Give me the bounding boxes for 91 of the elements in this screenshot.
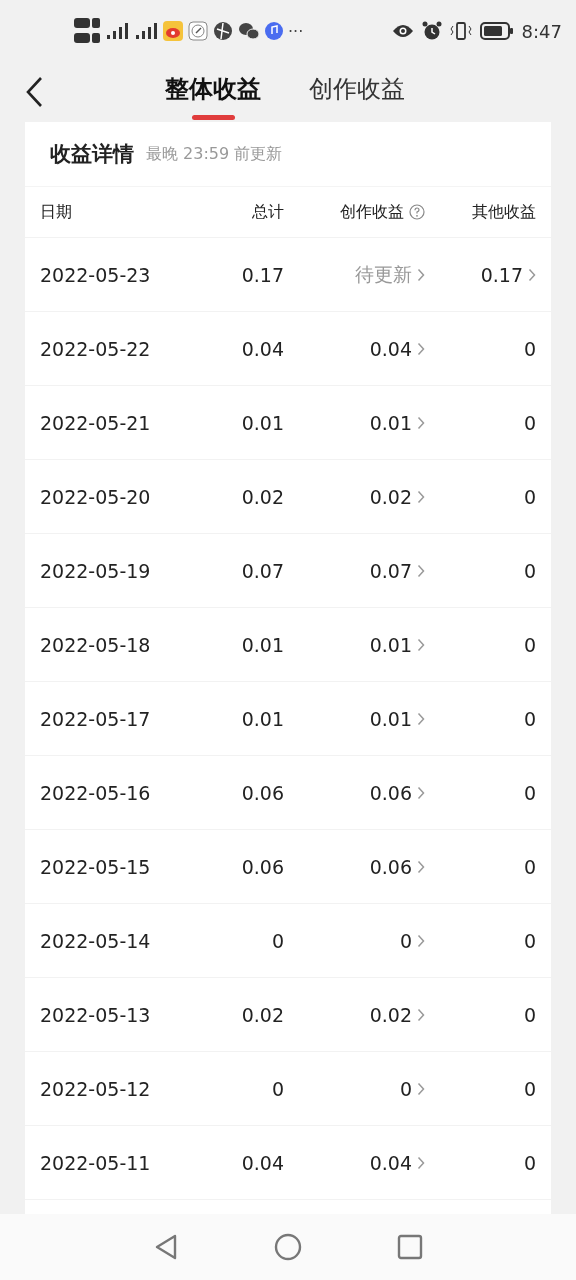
table-cell: 2022-05-18	[40, 633, 151, 656]
column-header: 总计	[252, 201, 284, 223]
chevron-icon[interactable]	[417, 859, 425, 874]
table-cell: 0.04	[241, 1151, 284, 1174]
table-cell: 0.01	[241, 411, 284, 434]
table-cell: 0	[523, 485, 536, 508]
tab[interactable]: 创作收益	[309, 73, 405, 117]
back-icon[interactable]	[25, 76, 43, 108]
table-cell: 0	[523, 707, 536, 730]
more-indicator: ···	[288, 21, 304, 41]
table-cell: 0	[523, 1077, 536, 1100]
music-icon	[265, 22, 283, 40]
chevron-icon[interactable]	[417, 1081, 425, 1096]
chevron-icon[interactable]	[417, 341, 425, 356]
help-icon[interactable]	[409, 204, 425, 220]
table-cell: 0	[523, 633, 536, 656]
battery-icon	[479, 22, 514, 40]
vibrate-icon	[449, 21, 472, 41]
table-cell: 0	[399, 929, 412, 952]
card-title: 收益详情	[50, 141, 134, 168]
table-cell: 0	[523, 1003, 536, 1026]
table-cell: 2022-05-11	[40, 1151, 151, 1174]
table-cell: 0	[523, 411, 536, 434]
table-cell: 2022-05-23	[40, 263, 151, 286]
table-cell: 0.07	[369, 559, 412, 582]
chevron-icon[interactable]	[417, 267, 425, 282]
table-cell: 0.06	[241, 855, 284, 878]
chevron-icon[interactable]	[417, 563, 425, 578]
chevron-icon[interactable]	[417, 1155, 425, 1170]
signal-icon	[105, 21, 129, 41]
table-cell: 0.06	[241, 781, 284, 804]
chevron-icon[interactable]	[417, 637, 425, 652]
table-cell: 0.07	[241, 559, 284, 582]
table-cell: 0.01	[241, 707, 284, 730]
column-header: 其他收益	[472, 201, 536, 223]
clock-time: 8:47	[521, 20, 562, 42]
home-icon[interactable]	[274, 1233, 302, 1261]
update-note: 最晚 23:59 前更新	[146, 143, 283, 165]
table-cell: 0	[523, 855, 536, 878]
table-cell: 2022-05-21	[40, 411, 151, 434]
alarm-icon	[421, 21, 442, 41]
table-cell: 0	[523, 1151, 536, 1174]
table-cell: 0.04	[369, 1151, 412, 1174]
table-cell: 0	[399, 1077, 412, 1100]
table-cell: 0.02	[369, 485, 412, 508]
column-header: 日期	[40, 201, 72, 223]
table-cell: 0.01	[369, 411, 412, 434]
table-cell: 0.04	[241, 337, 284, 360]
chevron-icon[interactable]	[417, 415, 425, 430]
table-cell: 2022-05-12	[40, 1077, 151, 1100]
chevron-icon[interactable]	[417, 1007, 425, 1022]
table-cell: 0.02	[241, 485, 284, 508]
table-cell: 2022-05-17	[40, 707, 151, 730]
globe-icon	[213, 21, 233, 41]
table-cell: 0.17	[480, 263, 523, 286]
column-header: 创作收益	[340, 201, 404, 223]
compass-icon	[188, 21, 208, 41]
table-cell: 0.06	[369, 855, 412, 878]
table-cell: 0.17	[241, 263, 284, 286]
signal-icon	[134, 21, 158, 41]
table-cell: 0	[523, 781, 536, 804]
table-cell: 0	[271, 1077, 284, 1100]
table-cell: 2022-05-15	[40, 855, 151, 878]
table-cell: 0.01	[241, 633, 284, 656]
table-cell: 0	[271, 929, 284, 952]
chevron-icon[interactable]	[417, 785, 425, 800]
app-icon	[163, 21, 183, 41]
table-cell: 0.01	[369, 707, 412, 730]
table-cell: 2022-05-16	[40, 781, 151, 804]
recents-icon[interactable]	[397, 1234, 423, 1260]
table-cell: 0	[523, 929, 536, 952]
eye-icon	[391, 23, 414, 39]
table-cell: 2022-05-22	[40, 337, 151, 360]
tab[interactable]: 整体收益	[165, 73, 261, 117]
chevron-icon[interactable]	[417, 711, 425, 726]
table-cell-text: 待更新	[355, 261, 412, 287]
table-cell: 0.02	[369, 1003, 412, 1026]
table-cell: 0	[523, 559, 536, 582]
chat-icon	[238, 21, 260, 41]
chevron-icon[interactable]	[417, 933, 425, 948]
chevron-icon[interactable]	[417, 489, 425, 504]
table-cell: 2022-05-14	[40, 929, 151, 952]
table-cell: 0.01	[369, 633, 412, 656]
table-cell: 2022-05-19	[40, 559, 151, 582]
table-cell: 0.02	[241, 1003, 284, 1026]
chevron-icon[interactable]	[528, 267, 536, 282]
table-cell: 0	[523, 337, 536, 360]
table-cell: 2022-05-20	[40, 485, 151, 508]
table-cell: 2022-05-13	[40, 1003, 151, 1026]
table-cell: 0.04	[369, 337, 412, 360]
table-cell: 0.06	[369, 781, 412, 804]
